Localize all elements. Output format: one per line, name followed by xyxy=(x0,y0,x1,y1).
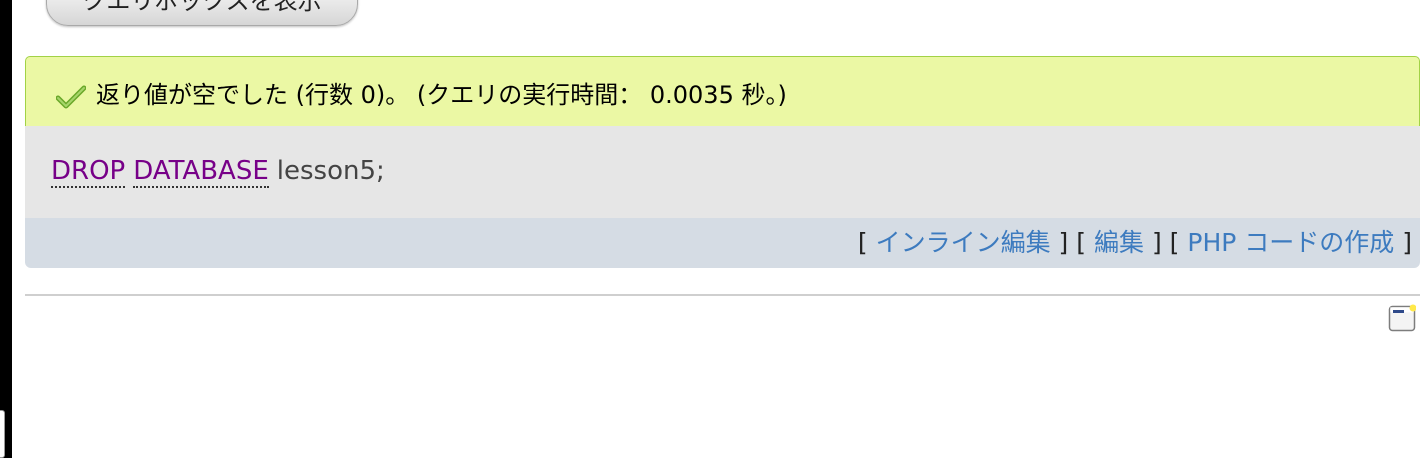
bookmark-icon[interactable] xyxy=(1388,304,1416,332)
create-php-code-link[interactable]: PHP コードの作成 xyxy=(1187,228,1394,257)
action-links: [ インライン編集 ] [ 編集 ] [ PHP コードの作成 ] xyxy=(858,227,1412,259)
scroll-handle[interactable] xyxy=(0,410,5,458)
page: クエリボックスを表示 返り値が空でした (行数 0)。 (クエリの実行時間： 0… xyxy=(0,0,1420,458)
sql-query-display: DROP DATABASE lesson5; xyxy=(25,126,1420,218)
bracket-open: [ xyxy=(1076,228,1087,257)
bracket-open: [ xyxy=(1169,228,1180,257)
sql-statement: DROP DATABASE lesson5; xyxy=(51,154,385,188)
bracket-close: ] xyxy=(1151,228,1162,257)
success-message: 返り値が空でした (行数 0)。 (クエリの実行時間： 0.0035 秒。) xyxy=(96,81,787,109)
sql-keyword-database[interactable]: DATABASE xyxy=(133,156,269,188)
left-edge-bar xyxy=(0,0,12,458)
bracket-open: [ xyxy=(857,228,868,257)
inline-edit-link[interactable]: インライン編集 xyxy=(876,228,1051,257)
sql-keyword-drop[interactable]: DROP xyxy=(51,156,126,188)
show-query-box-button[interactable]: クエリボックスを表示 xyxy=(46,0,358,26)
query-result-panel: 返り値が空でした (行数 0)。 (クエリの実行時間： 0.0035 秒。) D… xyxy=(25,56,1420,268)
bracket-close: ] xyxy=(1058,228,1069,257)
sql-action-bar: [ インライン編集 ] [ 編集 ] [ PHP コードの作成 ] xyxy=(25,218,1420,268)
edit-link[interactable]: 編集 xyxy=(1094,228,1144,257)
success-message-bar: 返り値が空でした (行数 0)。 (クエリの実行時間： 0.0035 秒。) xyxy=(25,56,1420,126)
bracket-close: ] xyxy=(1402,228,1412,257)
sql-identifier: lesson5; xyxy=(276,156,385,186)
divider xyxy=(25,294,1420,296)
check-icon xyxy=(56,85,86,109)
